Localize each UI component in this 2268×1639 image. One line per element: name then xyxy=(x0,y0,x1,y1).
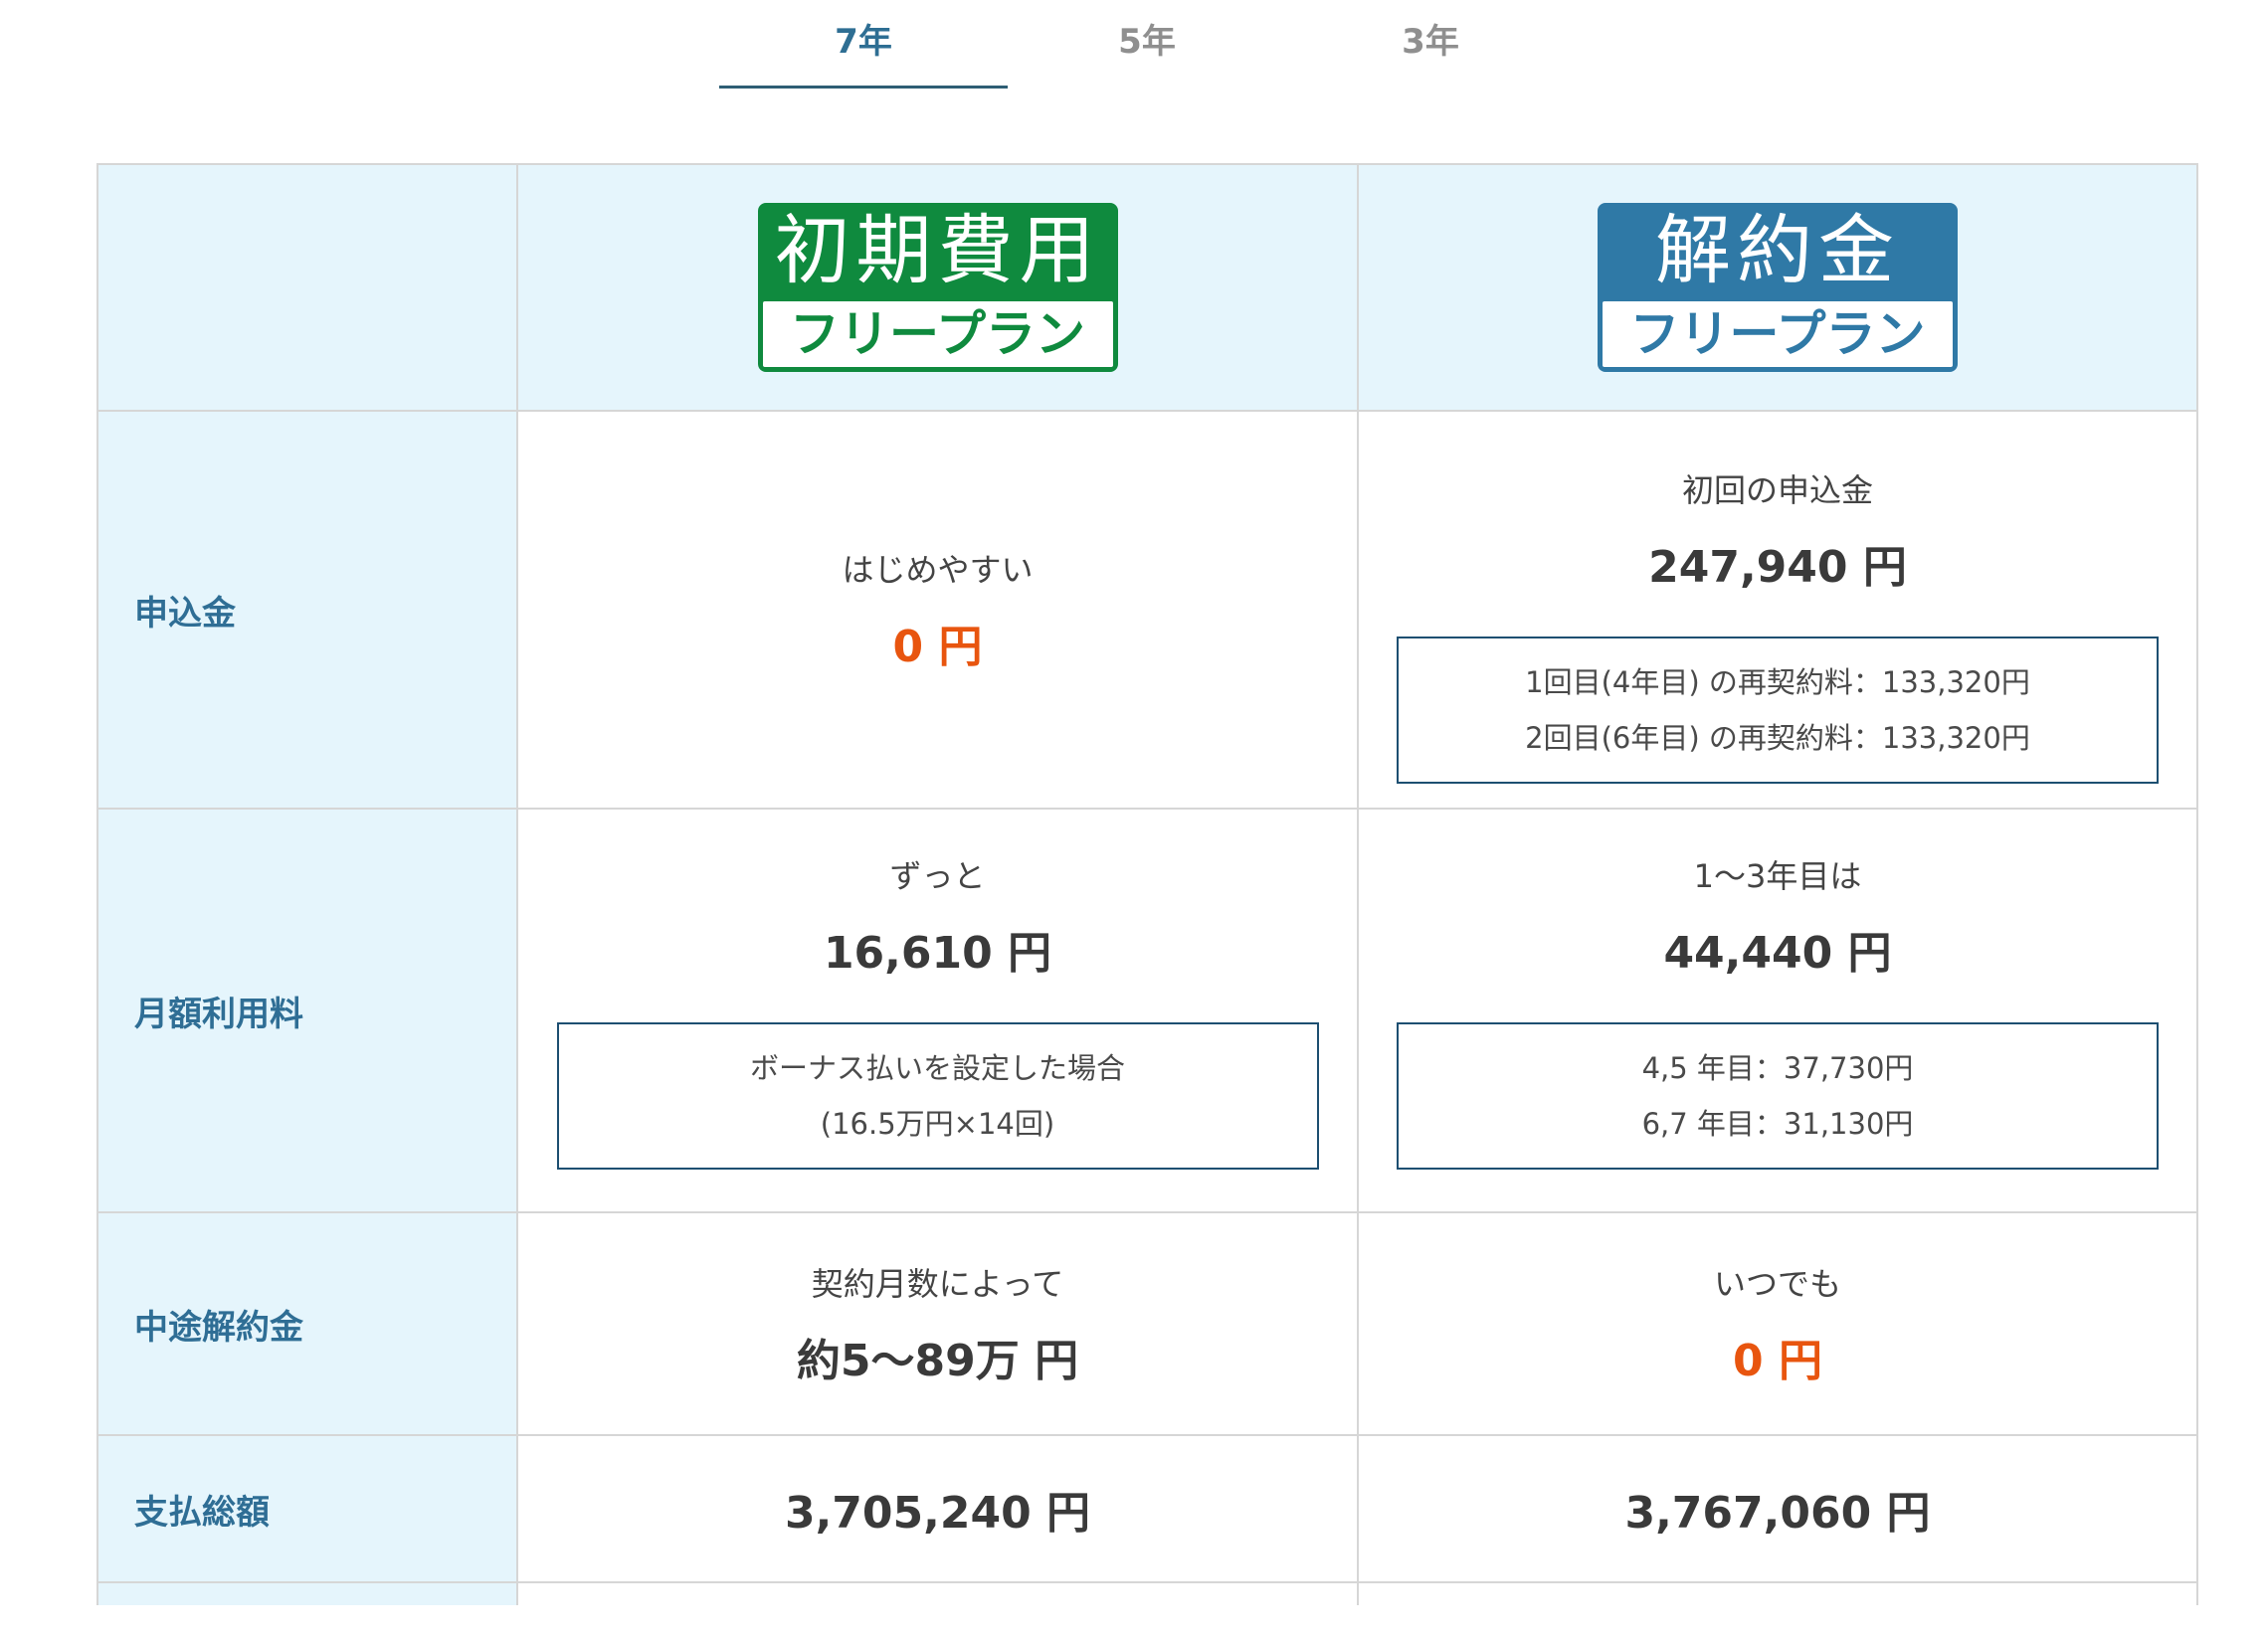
cutoff-cell xyxy=(516,1581,1359,1605)
lead-text: 1〜3年目は xyxy=(1693,857,1862,895)
monthly-fee-cancel-free: 1〜3年目は 44,440 円 4,5 年目：37,730円 6,7 年目：31… xyxy=(1357,808,2198,1213)
header-initial-free: 初期費用 フリープラン xyxy=(516,163,1359,412)
application-fee-cancel-free: 初回の申込金 247,940 円 1回目(4年目) の再契約料：133,320円… xyxy=(1357,410,2198,810)
header-cancel-free: 解約金 フリープラン xyxy=(1357,163,2198,412)
table-row-cutoff xyxy=(96,1581,2198,1605)
initial-free-plan-badge: 初期費用 フリープラン xyxy=(757,203,1118,372)
table-header-row: 初期費用 フリープラン 解約金 フリープラン xyxy=(96,163,2198,412)
badge-title: 解約金 xyxy=(1655,206,1900,294)
table-row-cancellation-fee: 中途解約金 契約月数によって 約5〜89万 円 いつでも 0 円 xyxy=(96,1211,2198,1436)
amount-value: 16,610 円 xyxy=(823,928,1052,979)
note-line: 2回目(6年目) の再契約料：133,320円 xyxy=(1525,721,2030,755)
row-label-cutoff xyxy=(96,1581,518,1605)
lead-text: 契約月数によって xyxy=(811,1265,1064,1303)
row-label-application-fee: 申込金 xyxy=(96,410,518,810)
note-line: (16.5万円×14回) xyxy=(820,1107,1055,1141)
bonus-payment-note: ボーナス払いを設定した場合 (16.5万円×14回) xyxy=(556,1022,1319,1170)
lead-text: 初回の申込金 xyxy=(1681,471,1873,509)
plan-comparison-table: 初期費用 フリープラン 解約金 フリープラン 申込金 はじめやすい 0 円 初回… xyxy=(96,163,2198,1605)
cancel-free-plan-badge: 解約金 フリープラン xyxy=(1598,203,1958,372)
application-fee-initial-free: はじめやすい 0 円 xyxy=(516,410,1359,810)
note-line: ボーナス払いを設定した場合 xyxy=(749,1051,1125,1085)
row-label-cancellation-fee: 中途解約金 xyxy=(96,1211,518,1436)
amount-value: 247,940 円 xyxy=(1648,542,1907,593)
cutoff-cell xyxy=(1357,1581,2198,1605)
tab-3-years[interactable]: 3年 xyxy=(1286,14,1575,78)
tab-5-years[interactable]: 5年 xyxy=(1003,14,1291,78)
table-row-monthly-fee: 月額利用料 ずっと 16,610 円 ボーナス払いを設定した場合 (16.5万円… xyxy=(96,808,2198,1213)
amount-value: 0 円 xyxy=(1733,1336,1822,1386)
cancellation-fee-initial-free: 契約月数によって 約5〜89万 円 xyxy=(516,1211,1359,1436)
amount-value: 3,767,060 円 xyxy=(1624,1488,1931,1539)
amount-value: 44,440 円 xyxy=(1663,928,1892,979)
badge-subtitle: フリープラン xyxy=(762,301,1113,367)
lead-text: はじめやすい xyxy=(842,551,1034,589)
row-label-total: 支払総額 xyxy=(96,1434,518,1583)
amount-value: 0 円 xyxy=(892,622,983,672)
note-line: 1回目(4年目) の再契約料：133,320円 xyxy=(1525,665,2030,699)
header-empty-cell xyxy=(96,163,518,412)
lead-text: いつでも xyxy=(1713,1265,1841,1303)
total-cancel-free: 3,767,060 円 xyxy=(1357,1434,2198,1583)
row-label-monthly-fee: 月額利用料 xyxy=(96,808,518,1213)
badge-title: 初期費用 xyxy=(774,206,1101,294)
badge-subtitle: フリープラン xyxy=(1603,301,1953,367)
cancellation-fee-cancel-free: いつでも 0 円 xyxy=(1357,1211,2198,1436)
page: 7年 5年 3年 初期費用 フリープラン 解約金 フリープラン 申込金 はじめや… xyxy=(0,0,2268,1639)
lead-text: ずっと xyxy=(889,857,986,895)
amount-value: 3,705,240 円 xyxy=(784,1488,1091,1539)
renewal-fee-note: 1回目(4年目) の再契約料：133,320円 2回目(6年目) の再契約料：1… xyxy=(1397,637,2159,784)
term-tabs: 7年 5年 3年 xyxy=(719,0,1575,91)
total-initial-free: 3,705,240 円 xyxy=(516,1434,1359,1583)
yearly-fee-note: 4,5 年目：37,730円 6,7 年目：31,130円 xyxy=(1397,1022,2159,1170)
table-row-application-fee: 申込金 はじめやすい 0 円 初回の申込金 247,940 円 1回目(4年目)… xyxy=(96,410,2198,810)
note-line: 6,7 年目：31,130円 xyxy=(1641,1107,1914,1141)
table-row-total: 支払総額 3,705,240 円 3,767,060 円 xyxy=(96,1434,2198,1583)
note-line: 4,5 年目：37,730円 xyxy=(1641,1051,1914,1085)
monthly-fee-initial-free: ずっと 16,610 円 ボーナス払いを設定した場合 (16.5万円×14回) xyxy=(516,808,1359,1213)
tab-7-years[interactable]: 7年 xyxy=(719,14,1008,89)
amount-value: 約5〜89万 円 xyxy=(796,1336,1079,1386)
